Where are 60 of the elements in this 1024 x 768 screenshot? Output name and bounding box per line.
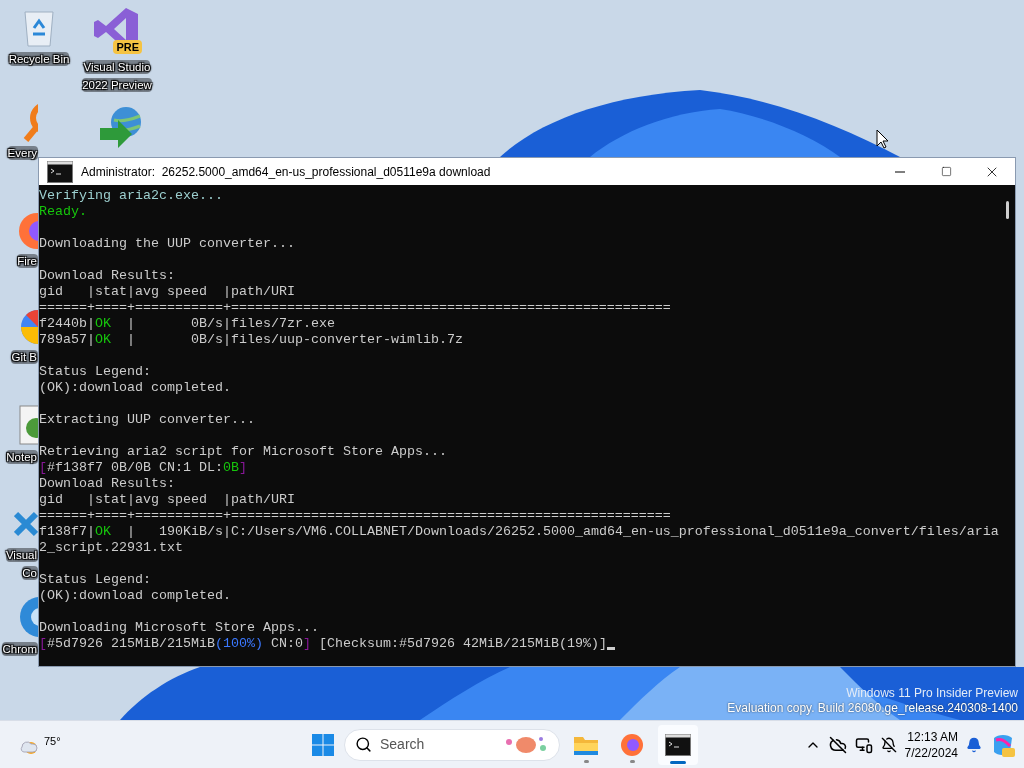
console-text: Download Results:: [39, 268, 175, 284]
console-text: gid |stat|avg speed |path/URI: [39, 492, 295, 508]
console-text: f138f7|: [39, 524, 95, 540]
console-text: Downloading the UUP converter...: [39, 236, 295, 252]
window-title: Administrator: 26252.5000_amd64_en-us_professional_d0511e9a download: [81, 163, 491, 181]
pre-badge: PRE: [113, 40, 142, 54]
console-text: OK: [95, 524, 111, 540]
search-icon: [355, 736, 372, 753]
maximize-icon: [940, 166, 952, 177]
console-text: ]: [302, 636, 311, 652]
clock-time[interactable]: 12:13 AM: [907, 728, 958, 745]
console-text: [: [39, 460, 47, 476]
console-text: ]: [238, 460, 247, 476]
console-text: Status Legend:: [39, 364, 151, 380]
muted-bell-icon[interactable]: [880, 736, 897, 753]
console-icon: [665, 733, 691, 756]
console-text: Retrieving aria2 script for Microsoft Store Apps...: [39, 444, 447, 460]
console-text: f2440b|: [39, 316, 95, 332]
console-text: #5d7926 215MiB/215MiB: [47, 636, 215, 652]
mouse-pointer-icon: [876, 129, 889, 149]
console-icon: [47, 160, 73, 183]
console-text: (OK):download completed.: [39, 588, 231, 604]
console-text: Ready.: [39, 204, 87, 220]
magnifier-icon: [22, 102, 38, 142]
fox-globe-icon: [620, 732, 644, 757]
console-text: 0B: [222, 460, 239, 476]
console-text: (100%): [214, 636, 263, 652]
minimize-icon: [895, 170, 905, 173]
windows-logo-icon: [311, 732, 335, 757]
console-text: Download Results:: [39, 476, 175, 492]
console-text: #f138f7 0B/0B CN:1 DL:: [47, 460, 223, 476]
console-text: [Checksum:#5d7926 42MiB/215MiB(19%)]: [317, 636, 607, 652]
console-text: [: [39, 636, 47, 652]
console-text: | 0B/s|files/7zr.exe: [126, 316, 335, 332]
console-text: 2_script.22931.txt: [39, 540, 183, 556]
text-cursor: [606, 647, 615, 650]
clock-date[interactable]: 7/22/2024: [904, 744, 958, 761]
console-text: | 0B/s|files/uup-converter-wimlib.7z: [126, 332, 463, 348]
console-text: (OK):download completed.: [39, 380, 231, 396]
console-text: ======+====+===========+=======================================================: [39, 508, 671, 524]
search-field[interactable]: Search: [344, 728, 560, 761]
notepad-icon: [16, 404, 38, 446]
evaluation-watermark: Windows 11 Pro Insider Preview: [846, 686, 1018, 701]
console-text: Downloading Microsoft Store Apps...: [39, 620, 319, 636]
monitor-icon[interactable]: [854, 735, 873, 754]
cloud-off-icon[interactable]: [828, 735, 847, 754]
console-text: | 190KiB/s|C:/Users/VM6.COLLABNET/Downloads/26252.5000_amd64_en-us_professional_d0511e9a_convert/files/aria: [126, 524, 999, 540]
console-text: ======+====+===========+=======================================================: [39, 300, 671, 316]
console-text: gid |stat|avg speed |path/URI: [39, 284, 295, 300]
console-text: Extracting UUP converter...: [39, 412, 255, 428]
console-text: CN:0: [269, 636, 303, 652]
console-text: Verifying aria2c.exe...: [39, 188, 223, 204]
temperature[interactable]: 75°: [44, 732, 61, 749]
console-text: Status Legend:: [39, 572, 151, 588]
console-text: OK: [95, 316, 111, 332]
notification-bell-icon[interactable]: [966, 736, 982, 753]
evaluation-watermark: Evaluation copy. Build 26080.ge_release.240308-1400: [727, 701, 1018, 716]
console-text: 789a57|: [39, 332, 95, 348]
console-text: OK: [95, 332, 111, 348]
taskbar-app-button[interactable]: [658, 724, 698, 765]
